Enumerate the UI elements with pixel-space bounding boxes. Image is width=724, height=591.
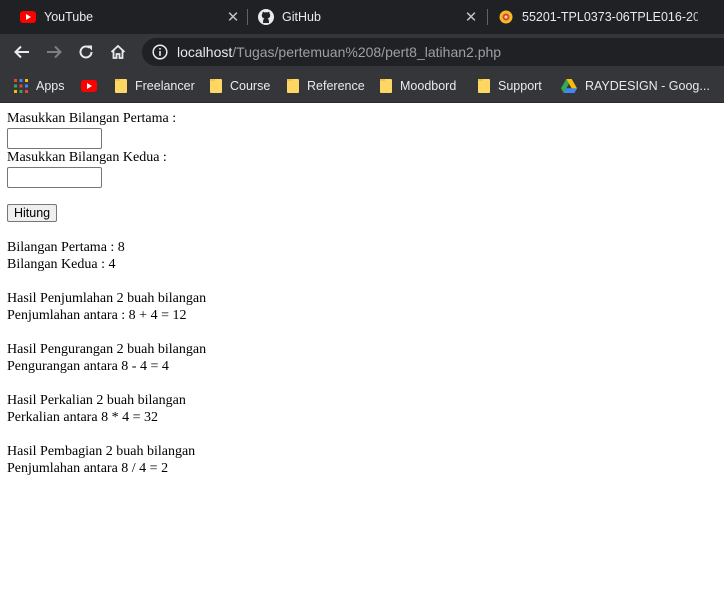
- result-first-number: Bilangan Pertama : 8: [7, 240, 125, 255]
- browser-toolbar: localhost/Tugas/pertemuan%208/pert8_lati…: [0, 34, 724, 70]
- bookmark-freelancer[interactable]: Freelancer: [115, 76, 195, 96]
- bookmark-moodbord[interactable]: Moodbord: [380, 76, 456, 96]
- bookmark-label: RAYDESIGN - Goog...: [585, 79, 710, 93]
- folder-icon: [287, 79, 299, 93]
- difference-result: Pengurangan antara 8 - 4 = 4: [7, 359, 169, 374]
- folder-icon: [478, 79, 490, 93]
- tab-github[interactable]: GitHub ✕: [258, 0, 480, 34]
- bookmark-label: Support: [498, 79, 542, 93]
- reload-icon: [79, 45, 93, 59]
- bookmark-label: Reference: [307, 79, 365, 93]
- bookmark-support[interactable]: Support: [478, 76, 542, 96]
- bookmark-label: Course: [230, 79, 271, 93]
- google-drive-icon: [561, 79, 577, 93]
- product-result: Perkalian antara 8 * 4 = 32: [7, 410, 158, 425]
- bookmark-label: Moodbord: [400, 79, 457, 93]
- back-button[interactable]: [10, 40, 34, 64]
- bookmark-course[interactable]: Course: [210, 76, 270, 96]
- first-number-label: Masukkan Bilangan Pertama :: [7, 111, 177, 126]
- division-result: Penjumlahan antara 8 / 4 = 2: [7, 461, 169, 476]
- second-number-label: Masukkan Bilangan Kedua :: [7, 150, 167, 165]
- result-second-number: Bilangan Kedua : 4: [7, 257, 116, 272]
- sum-heading: Hasil Penjumlahan 2 buah bilangan: [7, 291, 207, 306]
- info-icon[interactable]: [152, 44, 168, 60]
- bookmark-label: Freelancer: [135, 79, 195, 93]
- tab-strip: YouTube ✕ GitHub ✕ 55201-TPL0373-06TPLE0…: [0, 0, 724, 34]
- close-icon[interactable]: ✕: [225, 9, 241, 25]
- tab-divider: [487, 9, 488, 25]
- bookmark-apps[interactable]: Apps: [14, 76, 65, 96]
- bookmark-youtube[interactable]: [81, 76, 105, 96]
- folder-icon: [210, 79, 222, 93]
- youtube-icon: [20, 9, 36, 25]
- tab-title: 55201-TPL0373-06TPLE016-2020: [522, 10, 698, 24]
- first-number-input[interactable]: [7, 128, 102, 149]
- bookmarks-bar: Apps Freelancer Course Reference Moodbor…: [0, 70, 724, 103]
- tab-divider: [247, 9, 248, 25]
- url-host: localhost: [177, 44, 233, 60]
- reload-button[interactable]: [74, 40, 98, 64]
- product-heading: Hasil Perkalian 2 buah bilangan: [7, 393, 186, 408]
- bookmark-label: Apps: [36, 79, 65, 93]
- back-arrow-icon: [14, 45, 29, 59]
- close-icon[interactable]: ✕: [463, 9, 479, 25]
- apps-grid-icon: [14, 79, 28, 93]
- home-icon: [110, 44, 126, 59]
- bookmark-raydesign[interactable]: RAYDESIGN - Goog...: [561, 76, 710, 96]
- page-content: Masukkan Bilangan Pertama : Masukkan Bil…: [0, 103, 724, 591]
- hitung-button[interactable]: Hitung: [7, 204, 58, 222]
- tab-title: GitHub: [282, 10, 321, 24]
- forward-button[interactable]: [42, 40, 66, 64]
- tab-fade: [688, 0, 724, 34]
- division-heading: Hasil Pembagian 2 buah bilangan: [7, 444, 196, 459]
- folder-icon: [115, 79, 127, 93]
- moodle-icon: [498, 9, 514, 25]
- tab-title: YouTube: [44, 10, 94, 24]
- sum-result: Penjumlahan antara : 8 + 4 = 12: [7, 308, 187, 323]
- tab-youtube[interactable]: YouTube ✕: [20, 0, 240, 34]
- address-bar[interactable]: localhost/Tugas/pertemuan%208/pert8_lati…: [142, 38, 724, 66]
- bookmark-reference[interactable]: Reference: [287, 76, 365, 96]
- github-icon: [258, 9, 274, 25]
- url-path: /Tugas/pertemuan%208/pert8_latihan2.php: [232, 44, 502, 60]
- difference-heading: Hasil Pengurangan 2 buah bilangan: [7, 342, 207, 357]
- home-button[interactable]: [106, 40, 130, 64]
- second-number-input[interactable]: [7, 167, 102, 188]
- youtube-icon: [81, 80, 97, 92]
- forward-arrow-icon: [47, 45, 62, 59]
- folder-icon: [380, 79, 392, 93]
